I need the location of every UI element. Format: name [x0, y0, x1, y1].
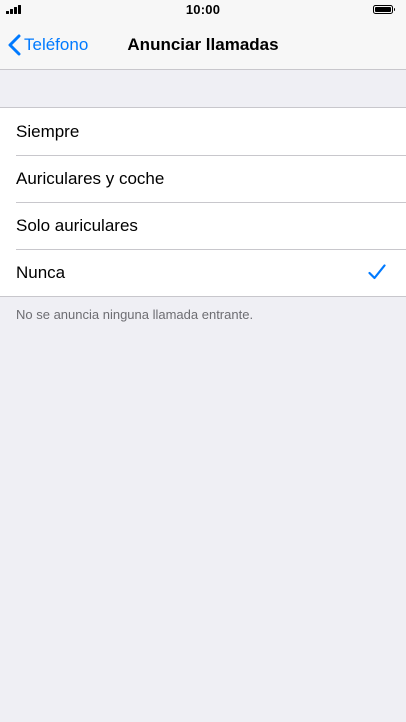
option-label: Auriculares y coche: [16, 168, 165, 188]
option-siempre[interactable]: Siempre: [0, 108, 406, 155]
option-label: Nunca: [16, 262, 66, 282]
navigation-bar: Teléfono Anunciar llamadas: [0, 20, 406, 70]
option-auriculares-y-coche[interactable]: Auriculares y coche: [0, 155, 406, 202]
checkmark-icon: [368, 264, 386, 280]
battery-full-icon: [373, 5, 395, 14]
back-button-label: Teléfono: [24, 35, 89, 54]
status-time: 10:00: [185, 2, 221, 17]
option-solo-auriculares[interactable]: Solo auriculares: [0, 202, 406, 249]
footer-note: No se anuncia ninguna llamada entrante.: [16, 307, 254, 322]
option-label: Siempre: [16, 121, 80, 141]
back-button[interactable]: Teléfono: [8, 31, 88, 59]
option-label: Solo auriculares: [16, 215, 138, 235]
option-nunca[interactable]: Nunca: [0, 249, 406, 296]
status-bar: 10:00: [0, 0, 406, 20]
options-list: Siempre Auriculares y coche Solo auricul…: [0, 107, 406, 297]
chevron-left-icon: [8, 34, 21, 56]
